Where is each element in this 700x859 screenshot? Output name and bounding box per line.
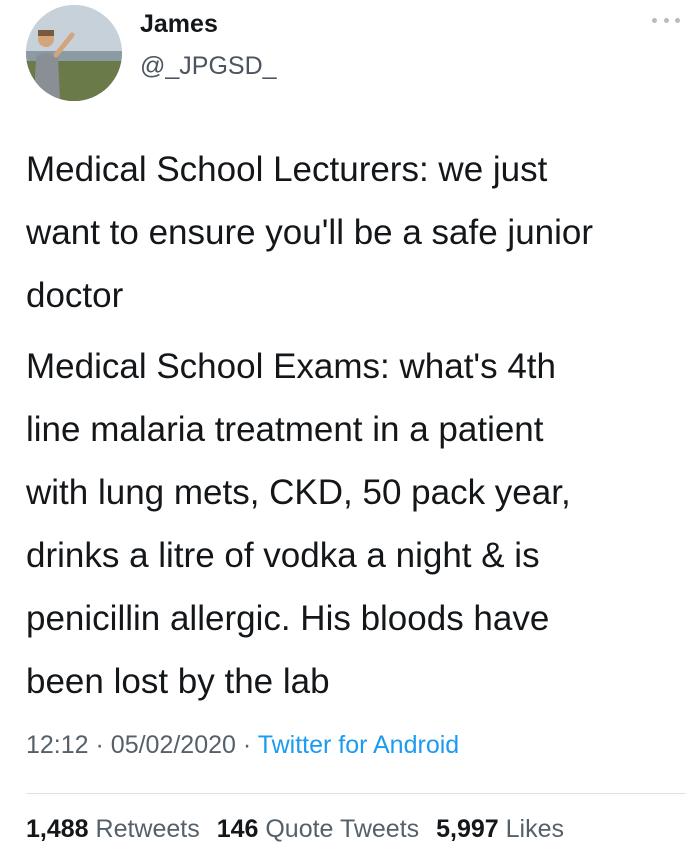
tweet-source-link[interactable]: Twitter for Android bbox=[258, 731, 459, 759]
quote-tweets-count: 146 bbox=[216, 815, 259, 843]
retweets-label: Retweets bbox=[95, 815, 200, 843]
avatar-photo-icon bbox=[26, 5, 122, 101]
dot bbox=[675, 17, 680, 23]
dot bbox=[663, 17, 669, 23]
retweets-stat[interactable]: 1,488 Retweets bbox=[26, 815, 200, 843]
dot bbox=[652, 17, 657, 23]
likes-count: 5,997 bbox=[436, 815, 499, 843]
tweet-date[interactable]: 05/02/2020 bbox=[111, 731, 236, 759]
tweet-card: James @_JPGSD_ Medical School Lecturers:… bbox=[0, 0, 700, 859]
tweet-paragraph: Medical School Exams: what's 4th line ma… bbox=[26, 347, 571, 701]
quote-tweets-stat[interactable]: 146 Quote Tweets bbox=[217, 815, 419, 843]
tweet-text: Medical School Lecturers: we just want t… bbox=[26, 138, 686, 721]
likes-label: Likes bbox=[505, 815, 564, 843]
meta-separator: · bbox=[242, 731, 252, 759]
author-handle[interactable]: @_JPGSD_ bbox=[140, 52, 277, 81]
quote-tweets-label: Quote Tweets bbox=[265, 815, 420, 843]
tweet-paragraph: Medical School Lecturers: we just want t… bbox=[26, 150, 594, 315]
more-options-icon[interactable] bbox=[652, 10, 680, 30]
author-name[interactable]: James bbox=[140, 10, 218, 39]
tweet-time[interactable]: 12:12 bbox=[26, 731, 89, 759]
retweets-count: 1,488 bbox=[26, 815, 89, 843]
divider bbox=[26, 793, 686, 794]
tweet-stats: 1,488 Retweets 146 Quote Tweets 5,997 Li… bbox=[26, 815, 564, 844]
tweet-meta: 12:12 · 05/02/2020 · Twitter for Android bbox=[26, 731, 459, 760]
meta-separator: · bbox=[95, 731, 104, 759]
likes-stat[interactable]: 5,997 Likes bbox=[436, 815, 564, 843]
avatar[interactable] bbox=[26, 5, 122, 101]
